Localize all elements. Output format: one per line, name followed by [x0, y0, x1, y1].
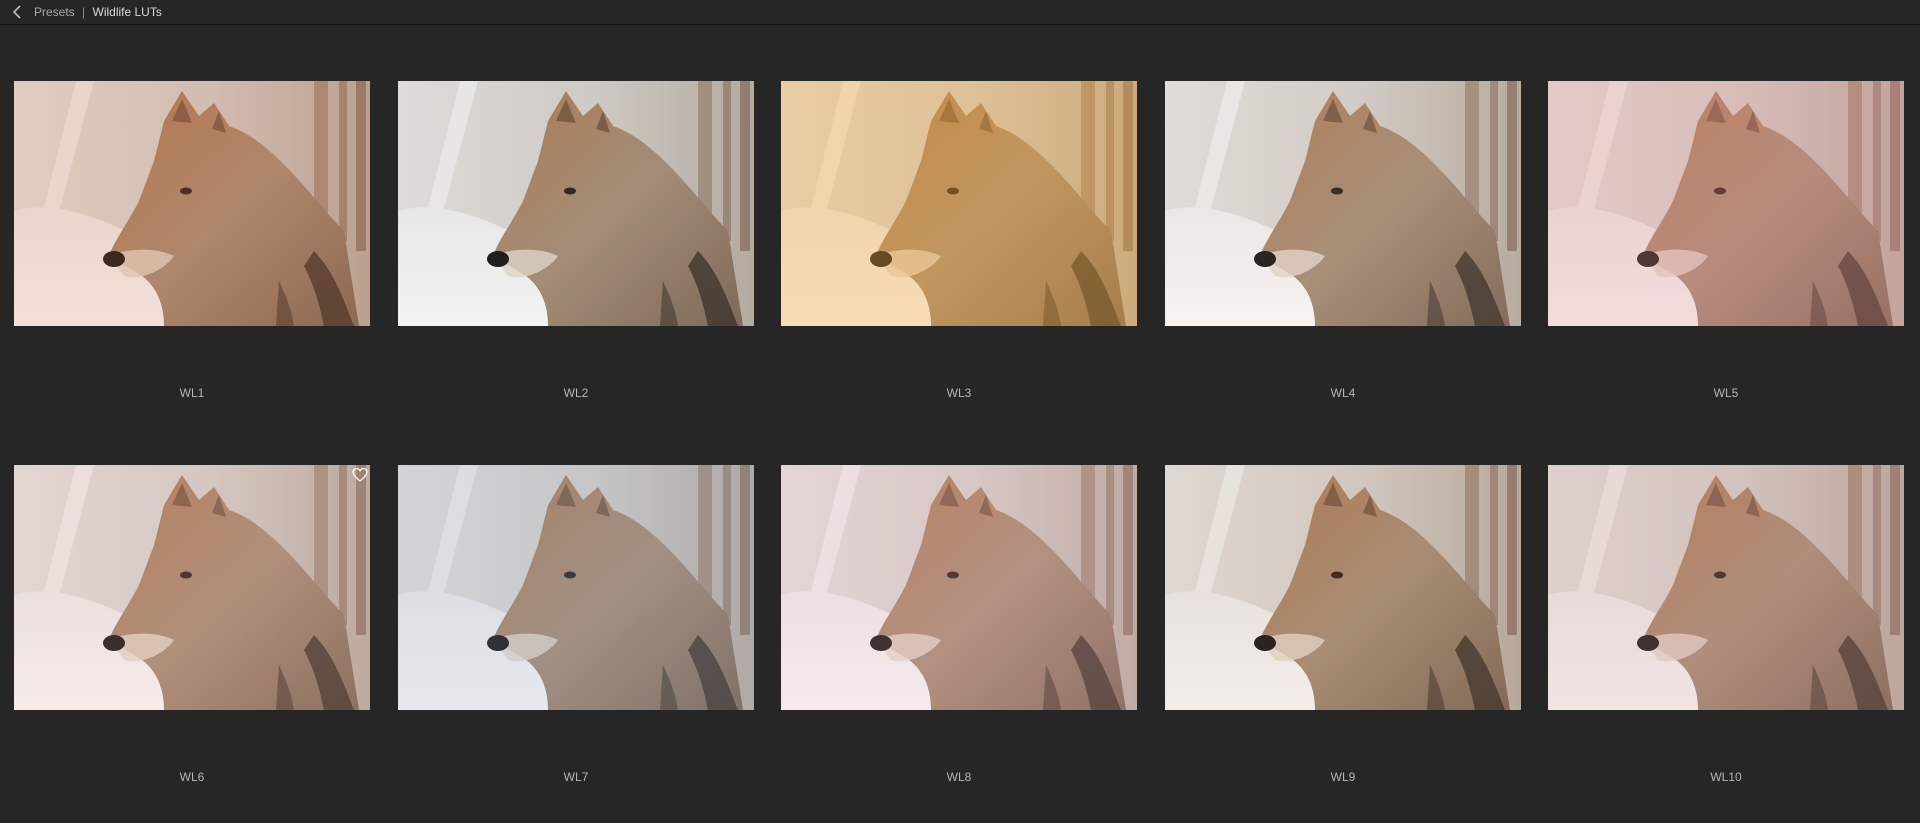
preset-label: WL5 — [1713, 386, 1739, 400]
preset-thumbnail[interactable] — [781, 81, 1137, 326]
chevron-left-icon — [12, 5, 21, 19]
preset-thumbnail[interactable] — [398, 465, 754, 710]
preset-tile[interactable]: WL7 — [398, 465, 754, 795]
preset-label: WL2 — [563, 386, 589, 400]
preset-label: WL4 — [1330, 386, 1356, 400]
preset-thumbnail[interactable] — [1165, 81, 1521, 326]
preset-thumbnail[interactable] — [1548, 465, 1904, 710]
preset-thumbnail[interactable] — [398, 81, 754, 326]
preset-tile[interactable]: WL5 — [1548, 81, 1904, 411]
breadcrumb: Presets | Wildlife LUTs — [34, 0, 162, 25]
preset-thumbnail[interactable] — [1548, 81, 1904, 326]
preset-label: WL7 — [563, 770, 589, 784]
preset-label: WL3 — [946, 386, 972, 400]
preset-label: WL10 — [1710, 770, 1742, 784]
preset-tile[interactable]: WL2 — [398, 81, 754, 411]
preset-label: WL6 — [179, 770, 205, 784]
top-bar: Presets | Wildlife LUTs — [0, 0, 1920, 25]
preset-grid: WL1 WL2 WL3 WL4 WL5 WL6 WL7 WL8 WL9 WL10 — [0, 26, 1920, 823]
preset-tile[interactable]: WL1 — [14, 81, 370, 411]
preset-tile[interactable]: WL3 — [781, 81, 1137, 411]
preset-tile[interactable]: WL6 — [14, 465, 370, 795]
preset-thumbnail[interactable] — [1165, 465, 1521, 710]
back-button[interactable] — [0, 0, 34, 25]
preset-label: WL1 — [179, 386, 205, 400]
preset-thumbnail[interactable] — [14, 465, 370, 710]
breadcrumb-current: Wildlife LUTs — [92, 4, 162, 19]
preset-thumbnail[interactable] — [14, 81, 370, 326]
preset-label: WL8 — [946, 770, 972, 784]
breadcrumb-separator: | — [82, 4, 86, 19]
preset-tile[interactable]: WL9 — [1165, 465, 1521, 795]
breadcrumb-presets[interactable]: Presets — [34, 5, 75, 19]
preset-label: WL9 — [1330, 770, 1356, 784]
preset-tile[interactable]: WL4 — [1165, 81, 1521, 411]
heart-outline-icon[interactable] — [352, 467, 368, 483]
preset-tile[interactable]: WL8 — [781, 465, 1137, 795]
preset-thumbnail[interactable] — [781, 465, 1137, 710]
preset-tile[interactable]: WL10 — [1548, 465, 1904, 795]
